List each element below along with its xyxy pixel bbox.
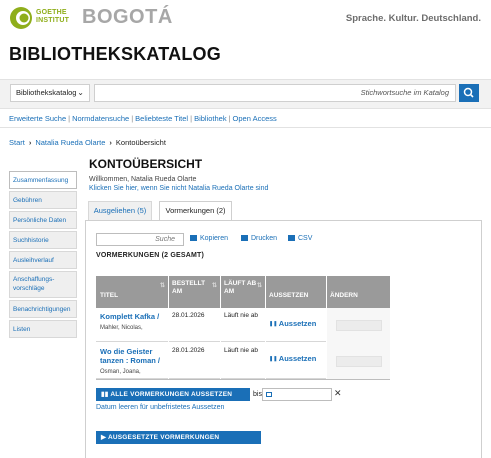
- sidebar-item-notifications[interactable]: Benachrichtigungen: [9, 300, 77, 318]
- column-divider: [220, 276, 221, 380]
- sidebar-item-personal-data[interactable]: Persönliche Daten: [9, 211, 77, 229]
- clear-date-icon[interactable]: ✕: [334, 388, 342, 399]
- city-name: BOGOTÁ: [82, 6, 173, 28]
- change-hold-button[interactable]: [336, 320, 382, 331]
- divider: [0, 127, 491, 128]
- change-column: [326, 308, 390, 379]
- column-divider: [168, 276, 169, 380]
- table-filter-input[interactable]: Suche: [96, 233, 184, 246]
- link-popular-titles[interactable]: Beliebteste Titel: [135, 114, 188, 123]
- hold-ordered-date: 28.01.2026: [172, 347, 205, 354]
- header-expires[interactable]: LÄUFT AB AM: [220, 276, 265, 308]
- table-bottom-border: [96, 379, 390, 380]
- header-title[interactable]: TITEL: [96, 276, 168, 308]
- breadcrumb-current: Kontoübersicht: [115, 138, 166, 147]
- table-header: TITEL BESTELLT AM LÄUFT AB AM AUSSETZEN …: [96, 276, 390, 308]
- hold-author: Osman, Joana,: [100, 369, 141, 375]
- welcome-text: Willkommen, Natalia Rueda Olarte: [89, 176, 197, 183]
- brand-name: GOETHE INSTITUT: [36, 9, 70, 24]
- link-open-access[interactable]: Open Access: [233, 114, 277, 123]
- hold-author: Mahler, Nicolas,: [100, 325, 143, 331]
- chevron-right-icon: ›: [109, 138, 112, 147]
- hold-title-link[interactable]: Wo die Geister tanzen : Roman /: [100, 347, 164, 365]
- sidebar-item-search-history[interactable]: Suchhistorie: [9, 231, 77, 249]
- copy-icon: [190, 235, 197, 241]
- print-button[interactable]: Drucken: [241, 235, 277, 242]
- not-you-link[interactable]: Klicken Sie hier, wenn Sie nicht Natalia…: [89, 185, 268, 192]
- copy-button[interactable]: Kopieren: [190, 235, 228, 242]
- breadcrumb-start[interactable]: Start: [9, 138, 25, 147]
- search-input[interactable]: Stichwortsuche im Katalog: [94, 84, 456, 102]
- hold-expires: Läuft nie ab: [224, 347, 258, 354]
- sidebar-item-charges[interactable]: Gebühren: [9, 191, 77, 209]
- column-divider: [265, 276, 266, 380]
- clear-date-link[interactable]: Datum leeren für unbefristetes Aussetzen: [96, 404, 224, 411]
- chevron-right-icon: ›: [28, 138, 32, 147]
- quick-links: Erweiterte Suche | Normdatensuche | Beliebte…: [9, 114, 277, 123]
- sidebar-item-checkout-history[interactable]: Ausleihverlauf: [9, 251, 77, 269]
- link-library[interactable]: Bibliothek: [194, 114, 227, 123]
- sidebar-item-purchase-suggestions[interactable]: Anschaffungs-vorschläge: [9, 271, 77, 298]
- header-suspend: AUSSETZEN: [269, 292, 309, 299]
- search-button[interactable]: [459, 84, 479, 102]
- print-icon: [241, 235, 248, 241]
- suspend-hold-button[interactable]: Aussetzen: [269, 354, 316, 363]
- tab-checkouts[interactable]: Ausgeliehen (5): [88, 201, 152, 221]
- header-change: ÄNDERN: [330, 292, 358, 299]
- tagline: Sprache. Kultur. Deutschland.: [345, 13, 481, 24]
- account-sidebar: Zusammenfassung Gebühren Persönliche Dat…: [9, 171, 77, 340]
- hold-title-link[interactable]: Komplett Kafka /: [100, 312, 164, 321]
- chevron-down-icon: ⌄: [77, 88, 84, 97]
- until-label: bis: [253, 391, 262, 398]
- column-divider: [326, 276, 327, 380]
- suspend-hold-button[interactable]: Aussetzen: [269, 319, 316, 328]
- page-heading: BIBLIOTHEKSKATALOG: [9, 44, 221, 64]
- tab-holds[interactable]: Vormerkungen (2): [159, 201, 232, 221]
- hold-expires: Läuft nie ab: [224, 312, 258, 319]
- catalog-select[interactable]: Bibliothekskatalog ⌄: [10, 84, 90, 102]
- search-icon: [463, 87, 474, 98]
- header-ordered[interactable]: BESTELLT AM: [168, 276, 220, 308]
- link-authority-search[interactable]: Normdatensuche: [72, 114, 129, 123]
- link-advanced-search[interactable]: Erweiterte Suche: [9, 114, 66, 123]
- suspend-until-date-input[interactable]: [262, 388, 332, 401]
- sidebar-item-summary[interactable]: Zusammenfassung: [9, 171, 77, 189]
- breadcrumb-user[interactable]: Natalia Rueda Olarte: [35, 138, 105, 147]
- holds-heading: VORMERKUNGEN (2 GESAMT): [96, 252, 205, 259]
- calendar-icon[interactable]: [266, 392, 272, 397]
- sidebar-item-lists[interactable]: Listen: [9, 320, 77, 338]
- csv-icon: [288, 235, 295, 241]
- csv-button[interactable]: CSV: [288, 235, 312, 242]
- breadcrumb: Start › Natalia Rueda Olarte › Kontoübersich…: [9, 138, 166, 147]
- change-hold-button[interactable]: [336, 356, 382, 367]
- hold-ordered-date: 28.01.2026: [172, 312, 205, 319]
- suspend-all-button[interactable]: ▮▮ ALLE VORMERKUNGEN AUSSETZEN: [96, 388, 250, 401]
- reactivate-suspended-button[interactable]: ▶ AUSGESETZTE VORMERKUNGEN REAKTIVIEREN: [96, 431, 261, 454]
- goethe-logo-icon[interactable]: [9, 6, 33, 30]
- account-title: KONTOÜBERSICHT: [89, 157, 203, 171]
